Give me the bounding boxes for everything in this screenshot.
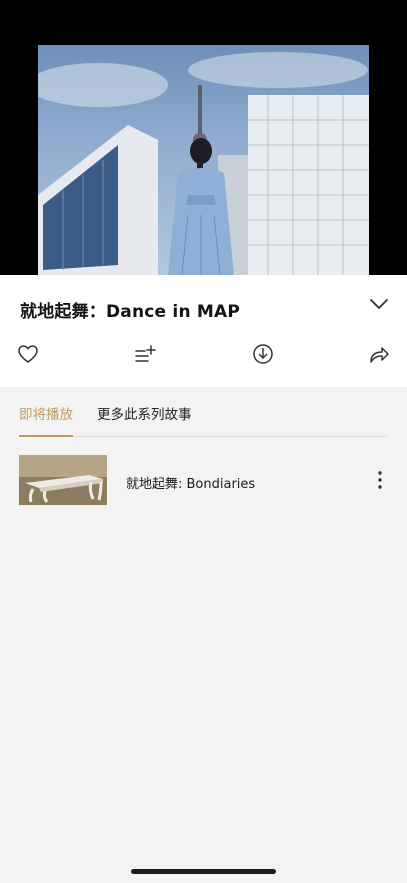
download-icon — [253, 344, 273, 364]
share-button[interactable] — [366, 341, 392, 367]
episode-info-panel: 就地起舞：Dance in MAP — [0, 275, 407, 387]
home-indicator[interactable] — [131, 869, 276, 874]
tab-bar: 即将播放 更多此系列故事 — [19, 387, 387, 437]
more-vertical-icon — [378, 471, 382, 489]
share-icon — [370, 347, 389, 363]
video-cover-image[interactable] — [38, 45, 369, 275]
list-item[interactable]: 就地起舞: Bondiaries — [19, 455, 389, 507]
like-button[interactable] — [15, 341, 41, 367]
episode-thumbnail[interactable] — [19, 455, 107, 505]
action-bar — [0, 341, 407, 369]
list-item-title[interactable]: 就地起舞: Bondiaries — [126, 473, 255, 492]
add-to-playlist-icon — [135, 345, 156, 362]
more-options-button[interactable] — [374, 469, 386, 491]
add-to-playlist-button[interactable] — [132, 341, 158, 367]
episode-title: 就地起舞：Dance in MAP — [20, 302, 240, 322]
video-player[interactable] — [0, 0, 407, 275]
heart-icon — [18, 345, 38, 363]
tab-more-series[interactable]: 更多此系列故事 — [97, 403, 192, 423]
tab-up-next[interactable]: 即将播放 — [19, 403, 73, 423]
collapse-button[interactable] — [366, 293, 392, 315]
active-tab-indicator — [19, 435, 73, 437]
chevron-down-icon — [370, 299, 388, 309]
download-button[interactable] — [250, 341, 276, 367]
